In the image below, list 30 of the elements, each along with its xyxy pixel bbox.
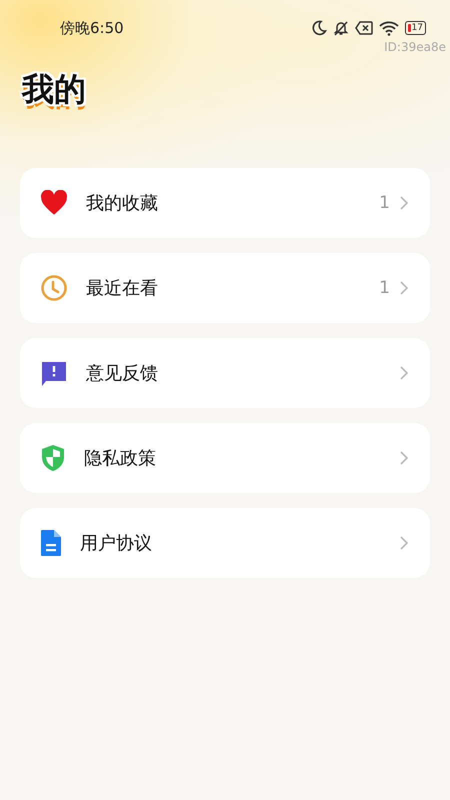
- feedback-icon: [40, 359, 68, 388]
- id-label: ID:39ea8e: [383, 40, 447, 54]
- menu-item[interactable]: 意见反馈: [20, 338, 430, 408]
- page-title: 我的: [22, 70, 86, 108]
- battery-indicator: 17: [404, 21, 426, 35]
- item-count: 1: [379, 278, 390, 298]
- no-sim-icon: [354, 21, 373, 35]
- chevron-icon: [400, 451, 408, 466]
- menu-label: 最近在看: [86, 277, 159, 300]
- menu-label: 用户协议: [80, 532, 153, 556]
- shield-icon: [40, 444, 66, 472]
- menu-item[interactable]: 隐私政策: [20, 423, 430, 494]
- muted-bell-icon: [332, 20, 349, 36]
- menu-label: 隐私政策: [84, 447, 157, 470]
- menu-label: 我的收藏: [86, 192, 159, 216]
- status-time: 傍晚6:50: [60, 18, 124, 38]
- document-icon: [40, 529, 62, 558]
- menu-item[interactable]: 我的收藏 1: [20, 168, 430, 238]
- chevron-icon: [400, 536, 408, 550]
- chevron-icon: [400, 366, 408, 380]
- menu-label: 意见反馈: [86, 362, 159, 386]
- item-count: 1: [379, 193, 390, 214]
- menu-item[interactable]: 最近在看 1: [20, 253, 430, 324]
- chevron-icon: [400, 196, 408, 210]
- wifi-icon: [378, 20, 399, 36]
- clock-icon: [40, 274, 68, 302]
- menu-item[interactable]: 用户协议: [20, 508, 430, 578]
- moon-icon: [310, 20, 327, 36]
- heart-icon: [40, 190, 68, 216]
- chevron-icon: [400, 281, 408, 296]
